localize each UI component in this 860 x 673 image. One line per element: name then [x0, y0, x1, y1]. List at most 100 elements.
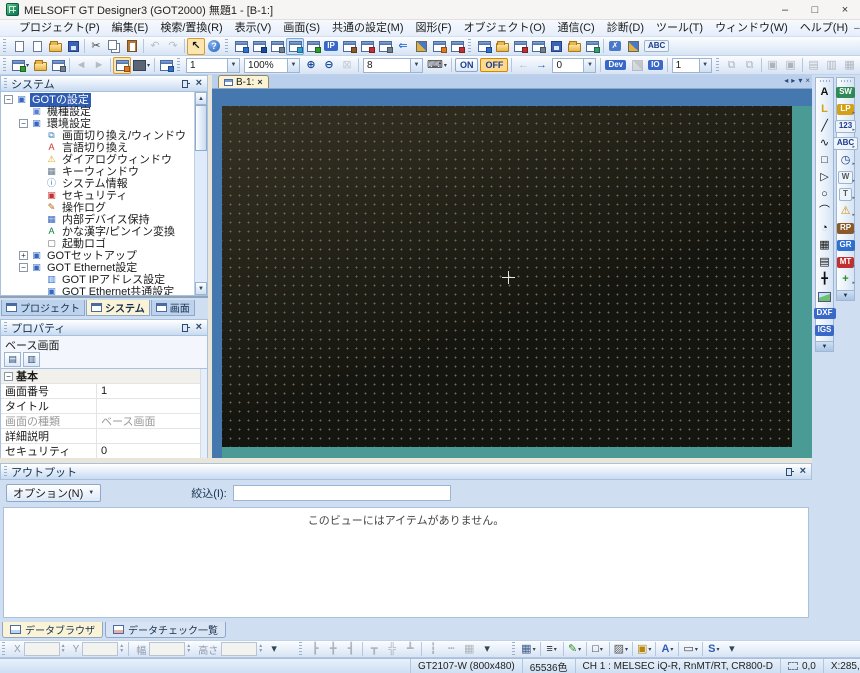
cut-button[interactable]: ✂	[87, 38, 105, 55]
tree-item[interactable]: − ▣ GOTの設定	[1, 93, 194, 107]
new-project-button[interactable]	[10, 38, 28, 55]
meter-object-button[interactable]: MT ▸	[836, 254, 855, 271]
mdi-minimize-button[interactable]: –	[854, 23, 860, 34]
menu-item-4[interactable]: 表示(V)	[229, 21, 278, 36]
alarm-display-button[interactable]: ⚠ ▸	[837, 203, 855, 220]
align-overflow-button[interactable]: ▾	[478, 641, 496, 657]
graph-object-button[interactable]: GR ▸	[836, 237, 855, 254]
zoom-in-button[interactable]: ⊕	[302, 57, 320, 74]
library-button[interactable]	[565, 38, 583, 55]
tab-list-button[interactable]: ▾	[798, 76, 802, 85]
save-image-button[interactable]	[547, 38, 565, 55]
line-style-button[interactable]: ≡ ▾	[543, 641, 561, 657]
x-position-spinner[interactable]: X ▲ ▼	[11, 642, 66, 656]
sector-button[interactable]: ◔	[816, 220, 833, 237]
toolbar-grip[interactable]	[177, 58, 181, 72]
read-from-got-button[interactable]	[430, 38, 448, 55]
toolbar-grip[interactable]	[512, 642, 516, 656]
toolbar-grip[interactable]	[468, 39, 471, 53]
menu-item-5[interactable]: 画面(S)	[277, 21, 326, 36]
zoom-combo[interactable]: 100% ▼	[244, 57, 301, 73]
figure-toolbar-overflow-button[interactable]: ▼	[816, 341, 833, 351]
width-spinner[interactable]: 幅 ▲ ▼	[133, 642, 191, 657]
pattern-button[interactable]: ▨ ▾	[612, 641, 630, 657]
collapse-icon[interactable]: −	[19, 118, 28, 128]
text-display-button[interactable]: ABC ▸	[832, 135, 859, 152]
open-screen-folder-button[interactable]	[31, 57, 49, 74]
position-overflow-button[interactable]: ▾	[265, 641, 283, 657]
menu-item-7[interactable]: 図形(F)	[410, 21, 458, 36]
menu-item-6[interactable]: 共通の設定(M)	[326, 21, 410, 36]
save-project-button[interactable]	[64, 38, 82, 55]
comment-display-button[interactable]: T ▸	[837, 186, 855, 203]
tab-scroll-right-button[interactable]: ▸	[791, 76, 795, 85]
polyline-button[interactable]: ∿	[816, 135, 833, 152]
pin-icon[interactable]	[181, 323, 191, 332]
spinner-arrows-icon[interactable]: ▲ ▼	[258, 644, 263, 654]
tab-close-button[interactable]: ×	[805, 76, 810, 85]
line-color-button[interactable]: ✎ ▾	[566, 641, 584, 657]
got-screen-canvas[interactable]	[222, 106, 792, 447]
window-screen-list-button[interactable]	[250, 38, 268, 55]
project-wizard-button[interactable]	[28, 38, 46, 55]
select-mode-button[interactable]: ↖	[187, 37, 205, 55]
tree-item[interactable]: ▣ GOT Ethernet共通設定	[1, 285, 194, 295]
device-point-combo[interactable]: 0 ▼	[552, 57, 597, 73]
tree-item[interactable]: ▣ 機種設定	[1, 105, 194, 118]
close-icon[interactable]: ×	[196, 322, 202, 333]
collapse-icon[interactable]: −	[19, 262, 28, 272]
tab-data-check-list[interactable]: データチェック一覧	[105, 622, 226, 638]
copy-button[interactable]	[105, 38, 123, 55]
system-label-list-button[interactable]	[304, 38, 322, 55]
tab-screen[interactable]: 画面	[150, 300, 195, 316]
channel-combo[interactable]: 1 ▼	[671, 57, 712, 73]
spinner-arrows-icon[interactable]: ▲ ▼	[119, 644, 124, 654]
preview-button[interactable]	[529, 38, 547, 55]
device-off-button[interactable]: OFF	[480, 58, 509, 72]
zoom-out-button[interactable]: ⊖	[320, 57, 338, 74]
property-row[interactable]: 画面の種類 ベース画面	[1, 414, 207, 429]
object-toolbar-overflow-button[interactable]: ▼	[837, 290, 854, 300]
io-monitor-button[interactable]: IO	[646, 57, 664, 74]
tab-data-browser[interactable]: データブラウザ	[2, 622, 103, 638]
close-button[interactable]: ×	[830, 0, 860, 19]
x-position-spinner-value[interactable]	[23, 642, 60, 656]
base-screen-list-button[interactable]	[232, 38, 250, 55]
data-check-button[interactable]	[624, 38, 642, 55]
menu-item-11[interactable]: ツール(T)	[650, 21, 709, 36]
open-project-button[interactable]	[46, 38, 64, 55]
word-comment-button[interactable]: W ▸	[837, 169, 855, 186]
menu-item-1[interactable]: プロジェクト(P)	[13, 21, 106, 36]
y-position-spinner[interactable]: Y ▲ ▼	[70, 642, 124, 656]
close-screen-button[interactable]	[511, 38, 529, 55]
property-row[interactable]: 画面番号 1	[1, 384, 207, 399]
minimize-button[interactable]: –	[770, 0, 800, 19]
scrollbar-thumb[interactable]	[195, 105, 207, 151]
screen-call-button[interactable]	[358, 38, 376, 55]
chevron-down-icon[interactable]: ▼	[410, 58, 423, 72]
device-monitor-button[interactable]: Dev	[603, 57, 628, 74]
toolbar-grip[interactable]	[299, 642, 303, 656]
close-screen-button2[interactable]	[49, 57, 67, 74]
screen-property-button[interactable]	[475, 38, 493, 55]
frame-color-button[interactable]: ▭ ▾	[681, 641, 699, 657]
expand-icon[interactable]: +	[19, 250, 28, 260]
property-grid-scrollbar[interactable]	[200, 369, 207, 459]
device-list-button[interactable]	[376, 38, 394, 55]
scale-button[interactable]: ▤	[816, 254, 833, 271]
height-spinner-value[interactable]	[221, 642, 258, 656]
tab-project[interactable]: プロジェクト	[1, 300, 85, 316]
toolbar-grip[interactable]	[3, 39, 6, 53]
menu-item-2[interactable]: 編集(E)	[106, 21, 155, 36]
logo-text-button[interactable]: L	[816, 101, 833, 118]
options-button[interactable]: オプション(N) ▼	[6, 484, 102, 502]
spinner-arrows-icon[interactable]: ▲ ▼	[61, 644, 66, 654]
scroll-up-icon[interactable]: ▲	[195, 92, 207, 105]
lamp-object-button[interactable]: LP ▸	[837, 101, 855, 118]
template-button[interactable]	[583, 38, 601, 55]
grid-display-button[interactable]: ▦ ▾	[519, 641, 537, 657]
device-on-button[interactable]: ON	[454, 58, 479, 72]
import-iges-button[interactable]: IGS	[814, 322, 835, 339]
sort-view-button[interactable]: ▥	[23, 351, 40, 367]
open-screen-button[interactable]	[493, 38, 511, 55]
